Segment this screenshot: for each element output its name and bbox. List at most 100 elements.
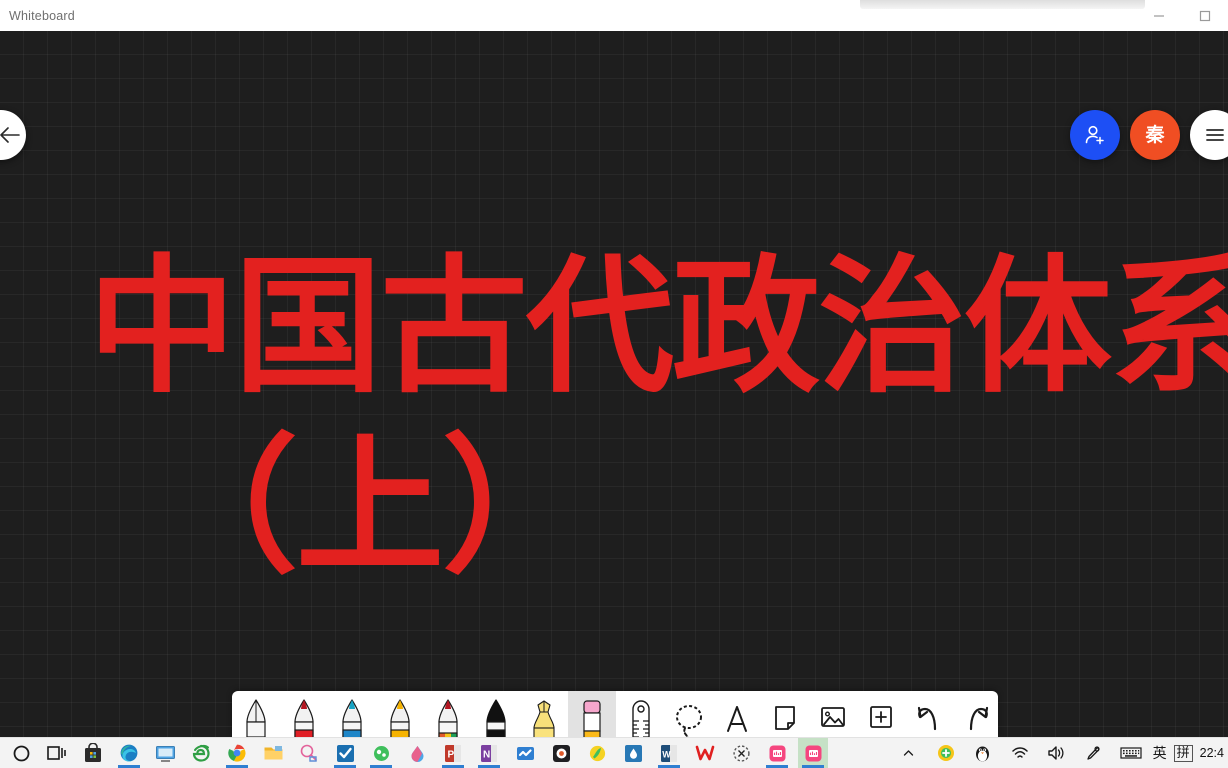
pen-multicolor-icon	[438, 699, 458, 737]
tray-pen-icon[interactable]	[1079, 738, 1109, 768]
taskbar-item-check-app[interactable]	[330, 738, 360, 768]
pen-black-icon	[486, 699, 506, 737]
keyboard-icon	[1120, 747, 1142, 759]
redo-icon	[969, 706, 989, 731]
tool-redo[interactable]	[953, 691, 998, 737]
security-shield-icon	[937, 745, 954, 761]
tray-keyboard-icon[interactable]	[1116, 738, 1146, 768]
tray-ime-mode[interactable]: 拼	[1173, 744, 1193, 762]
pink-app-1-icon	[769, 745, 785, 761]
tray-volume-icon[interactable]	[1042, 738, 1072, 768]
avatar-initial: 秦	[1145, 124, 1165, 146]
image-icon	[821, 707, 845, 727]
undo-icon	[917, 706, 937, 731]
lasso-select-icon	[676, 705, 702, 737]
system-tray: 英 拼 22:4	[894, 738, 1228, 768]
taskbar-item-internet-explorer[interactable]	[186, 738, 216, 768]
eraser-icon	[583, 700, 601, 737]
taskbar-item-yellow-app[interactable]	[582, 738, 612, 768]
taskbar-item-task-view[interactable]	[42, 738, 72, 768]
pen-blue-icon	[342, 699, 362, 737]
tray-qq-icon[interactable]	[968, 738, 998, 768]
chrome-icon	[228, 744, 246, 762]
arrow-left-icon	[0, 127, 20, 143]
taskbar-clock[interactable]: 22:4	[1200, 746, 1226, 760]
taskbar-item-dotted-circle-app[interactable]	[726, 738, 756, 768]
tool-pen-blue[interactable]	[328, 691, 376, 737]
ruler-icon	[632, 700, 650, 737]
svg-text:P: P	[448, 749, 455, 760]
snipaste-icon	[300, 744, 317, 762]
taskbar-item-green-app[interactable]	[366, 738, 396, 768]
tool-insert-image[interactable]	[809, 691, 857, 737]
tray-overflow-button[interactable]	[894, 738, 924, 768]
tool-lasso-select[interactable]	[665, 691, 713, 737]
qq-penguin-icon	[976, 746, 990, 761]
taskbar-item-wps[interactable]	[690, 738, 720, 768]
cortana-icon	[13, 745, 29, 761]
taskbar-item-microsoft-edge[interactable]	[114, 738, 144, 768]
pink-app-2-icon	[805, 745, 821, 761]
back-button[interactable]	[0, 110, 26, 160]
pen-yellow-icon	[390, 699, 410, 737]
whiteboard-canvas[interactable]: 秦 中国古代政治体系 （上）	[0, 31, 1228, 737]
taskbar-item-file-explorer[interactable]	[258, 738, 288, 768]
taskbar-item-pink-app-2[interactable]	[798, 738, 828, 768]
task-view-icon	[47, 746, 66, 760]
tray-ime-language[interactable]: 英	[1153, 743, 1167, 763]
maximize-button[interactable]	[1182, 0, 1228, 31]
taskbar-item-dark-circle-app[interactable]	[546, 738, 576, 768]
user-avatar[interactable]: 秦	[1130, 110, 1180, 160]
taskbar-apps: P N W	[0, 738, 828, 768]
edge-icon	[120, 744, 138, 762]
tool-pen-multicolor[interactable]	[424, 691, 472, 737]
chevron-up-icon	[903, 749, 914, 756]
tool-highlighter[interactable]	[520, 691, 568, 737]
green-app-icon	[373, 745, 389, 761]
highlighter-icon	[533, 700, 555, 737]
taskbar-item-snipaste[interactable]	[294, 738, 324, 768]
menu-button[interactable]	[1190, 110, 1228, 160]
pen-red-icon	[294, 699, 314, 737]
check-app-icon	[336, 744, 354, 762]
canvas-top-right-actions: 秦	[1070, 110, 1228, 160]
taskbar-item-google-chrome[interactable]	[222, 738, 252, 768]
sticky-note-icon	[775, 706, 795, 730]
internet-explorer-icon	[192, 744, 210, 762]
windows-taskbar: P N W 英 拼 22:4	[0, 737, 1228, 768]
tray-security-icon[interactable]	[931, 738, 961, 768]
paint-drop-icon	[411, 745, 423, 762]
invite-user-button[interactable]	[1070, 110, 1120, 160]
tool-add[interactable]	[857, 691, 905, 737]
tool-pen-gray[interactable]	[232, 691, 280, 737]
background-window-edge	[860, 0, 1145, 9]
dotted-circle-app-icon	[732, 744, 750, 762]
blue-wave-app-icon	[516, 746, 534, 760]
tray-network-icon[interactable]	[1005, 738, 1035, 768]
word-icon: W	[661, 744, 677, 762]
tool-ruler[interactable]	[617, 691, 665, 737]
taskbar-item-blue-drop-app[interactable]	[618, 738, 648, 768]
window-titlebar: Whiteboard	[0, 0, 1228, 31]
dark-circle-app-icon	[552, 744, 570, 762]
taskbar-item-cortana[interactable]	[6, 738, 36, 768]
tool-pen-black[interactable]	[472, 691, 520, 737]
wps-icon	[695, 745, 715, 760]
onenote-icon: N	[481, 744, 497, 762]
tool-sticky-note[interactable]	[761, 691, 809, 737]
taskbar-item-remote-desktop[interactable]	[150, 738, 180, 768]
taskbar-item-powerpoint[interactable]: P	[438, 738, 468, 768]
tool-undo[interactable]	[905, 691, 953, 737]
taskbar-item-blue-wave-app[interactable]	[510, 738, 540, 768]
taskbar-item-pink-app-1[interactable]	[762, 738, 792, 768]
taskbar-item-onenote[interactable]: N	[474, 738, 504, 768]
taskbar-item-paint-app[interactable]	[402, 738, 432, 768]
wifi-icon	[1011, 747, 1028, 758]
powerpoint-icon: P	[445, 744, 461, 762]
taskbar-item-microsoft-store[interactable]	[78, 738, 108, 768]
taskbar-item-word[interactable]: W	[654, 738, 684, 768]
tool-text[interactable]	[713, 691, 761, 737]
tool-pen-yellow[interactable]	[376, 691, 424, 737]
tool-pen-red[interactable]	[280, 691, 328, 737]
tool-eraser[interactable]	[568, 691, 616, 737]
